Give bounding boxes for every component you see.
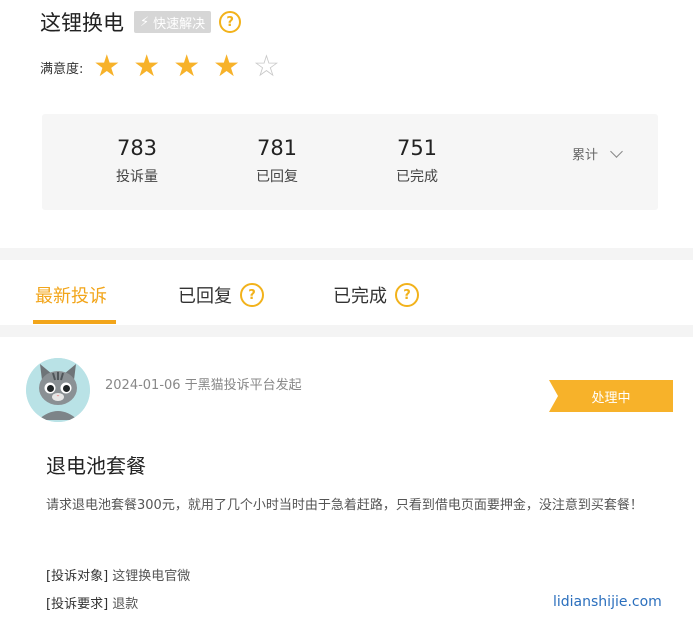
star-filled-icon: ★: [173, 49, 201, 84]
star-filled-icon: ★: [213, 49, 241, 84]
stat-completed: 751 已完成: [377, 136, 457, 186]
stat-label: 已完成: [396, 169, 438, 185]
tab-latest-complaints[interactable]: 最新投诉: [35, 282, 107, 308]
request-value: 退款: [112, 597, 139, 612]
stat-value: 781: [256, 136, 298, 160]
avatar: [26, 358, 90, 422]
status-badge: 处理中: [549, 380, 673, 412]
stat-label: 已回复: [256, 169, 298, 185]
complaint-card[interactable]: 2024-01-06 于黑猫投诉平台发起 处理中 退电池套餐 请求退电池套餐30…: [0, 337, 693, 637]
stat-complaints: 783 投诉量: [97, 136, 177, 186]
star-empty-icon: ☆: [253, 49, 280, 84]
fast-resolve-label: 快速解决: [153, 16, 206, 32]
brand-row: 这锂换电 ⚡ 快速解决 ?: [40, 8, 242, 36]
star-rating: ★ ★ ★ ★ ☆: [93, 52, 293, 82]
period-label: 累计: [572, 148, 599, 163]
tab-label: 已回复: [178, 286, 232, 307]
stat-value: 783: [116, 136, 158, 160]
satisfaction-label: 满意度:: [40, 61, 84, 77]
satisfaction-rating: 满意度: ★ ★ ★ ★ ☆: [40, 52, 293, 82]
complaint-body: 请求退电池套餐300元，就用了几个小时当时由于急着赶路，只看到借电页面要押金，没…: [46, 498, 643, 513]
chevron-down-icon: [610, 144, 623, 158]
complaint-request: [投诉要求] 退款: [46, 593, 138, 612]
complaint-title[interactable]: 退电池套餐: [46, 450, 146, 479]
tab-label: 已完成: [333, 286, 387, 307]
watermark: lidianshijie.com: [553, 594, 662, 610]
complaint-meta: 2024-01-06 于黑猫投诉平台发起: [105, 378, 302, 393]
complaint-target: [投诉对象] 这锂换电官微: [46, 565, 190, 584]
fast-resolve-badge: ⚡ 快速解决: [134, 11, 212, 33]
target-value: 这锂换电官微: [112, 569, 191, 584]
request-key: [投诉要求]: [46, 597, 109, 612]
help-icon[interactable]: ?: [395, 283, 419, 307]
star-filled-icon: ★: [133, 49, 161, 84]
tab-replied[interactable]: 已回复 ?: [178, 282, 264, 308]
help-icon[interactable]: ?: [240, 283, 264, 307]
stat-replied: 781 已回复: [237, 136, 317, 186]
stat-label: 投诉量: [116, 169, 158, 185]
company-summary-card: 这锂换电 ⚡ 快速解决 ? 满意度: ★ ★ ★ ★ ☆ 783 投诉量 781 已回复…: [0, 0, 693, 248]
tab-completed[interactable]: 已完成 ?: [333, 282, 419, 308]
active-tab-indicator: [33, 320, 116, 324]
stats-panel: 783 投诉量 781 已回复 751 已完成 累计: [42, 114, 658, 210]
cat-avatar-icon: [26, 358, 90, 422]
star-filled-icon: ★: [93, 49, 121, 84]
complaint-tabs: 最新投诉 已回复 ? 已完成 ?: [0, 260, 693, 325]
stat-value: 751: [396, 136, 438, 160]
brand-name: 这锂换电: [40, 11, 124, 35]
lightning-icon: ⚡: [140, 14, 150, 30]
period-dropdown[interactable]: 累计: [572, 144, 623, 163]
tab-label: 最新投诉: [35, 286, 107, 307]
target-key: [投诉对象]: [46, 569, 109, 584]
help-icon[interactable]: ?: [219, 11, 242, 33]
